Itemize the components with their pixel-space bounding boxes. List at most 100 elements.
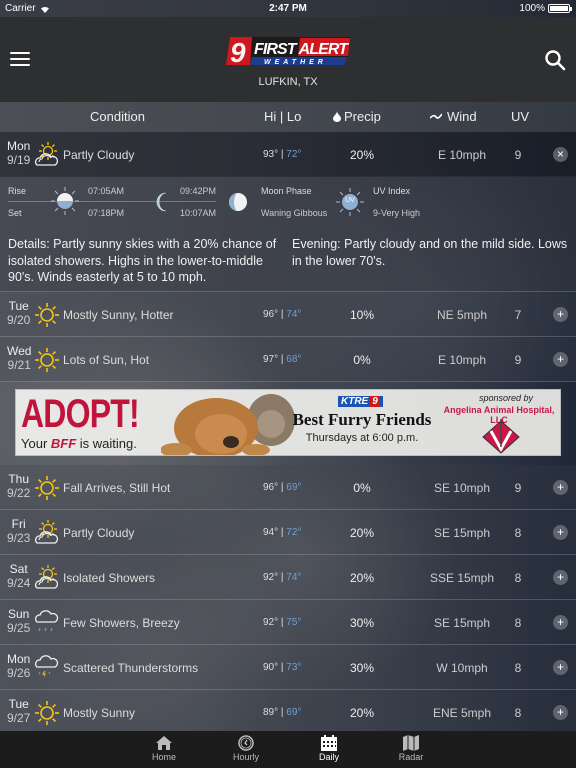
evening-details-text: Evening: Partly cloudy and on the mild s… [292,237,568,268]
moonset-time: 10:07AM [180,208,217,218]
expand-button[interactable]: + [553,307,568,322]
day-label: Sat 9/24 [7,562,31,590]
hi-lo-temps: 92° | 75° [263,617,302,628]
day-label: Sun 9/25 [7,607,31,635]
day-row[interactable]: Mon 9/19 Partly Cloudy 93° | 72° 20% E 10… [0,132,576,177]
expand-button[interactable]: + [553,570,568,585]
day-row[interactable]: Sat 9/24 Isolated Showers 92° | 74° 20% S… [0,555,576,600]
uv-value: 9 [514,148,522,162]
lo-temp: 72° [286,527,302,538]
uv-value: 7 [514,308,522,322]
wind-value: ENE 5mph [432,706,492,720]
logo-title: FIRST ALERT [254,41,349,58]
condition-text: Isolated Showers [63,571,156,585]
tab-home[interactable]: Home [134,735,194,762]
condition-text: Lots of Sun, Hot [63,353,150,367]
dog-and-cat-image [161,394,295,455]
hi-temp: 96° [263,309,279,320]
status-bar: Carrier 2:47 PM 100% [0,0,576,17]
expand-button[interactable]: + [553,480,568,495]
partly-cloudy-icon [34,565,60,591]
precip-value: 30% [349,661,375,675]
day-details-text: Details: Partly sunny skies with a 20% c… [8,237,277,284]
sunny-icon [34,302,60,328]
menu-button[interactable] [10,52,30,68]
thunderstorm-icon [34,655,60,681]
day-row[interactable]: Tue 9/27 Mostly Sunny 89° | 69° 20% ENE 5… [0,690,576,735]
expand-button[interactable]: + [553,352,568,367]
lo-temp: 69° [286,482,302,493]
day-label: Tue 9/20 [7,299,31,327]
tab-radar[interactable]: Radar [381,735,441,762]
logo-subtitle: WEATHER [264,59,327,66]
uv-value: 9 [514,481,522,495]
rise-label: Rise [8,186,27,196]
sunny-icon [34,475,60,501]
precip-value: 20% [349,571,375,585]
tab-daily[interactable]: Daily [299,735,359,762]
moon-phase-icon [229,193,247,211]
hi-lo-temps: 90° | 73° [263,662,302,673]
ad-sponsored-by: sponsored by [478,393,534,403]
calendar-icon [321,735,337,751]
day-label: Thu 9/22 [7,472,31,500]
day-label: Wed 9/21 [7,344,32,372]
wind-value: NE 5mph [436,308,488,322]
uv-value: 8 [514,616,522,630]
day-row[interactable]: Sun 9/25 Few Showers, Breezy 92° | 75° 30… [0,600,576,645]
map-icon [403,735,419,751]
hi-temp: 89° [263,707,279,718]
search-icon [545,50,566,71]
hi-lo-temps: 97° | 68° [263,354,302,365]
uv-value: 9 [514,353,522,367]
lo-temp: 75° [286,617,302,628]
hospital-logo [482,419,520,454]
day-label: Mon 9/26 [7,652,31,680]
precip-value: 30% [349,616,375,630]
ad-headline: ADOPT! [21,392,140,436]
ad-tagline: Your BFF is waiting. [21,436,137,451]
ad-schedule: Thursdays at 6:00 p.m. [305,432,419,444]
location-label: LUFKIN, TX [258,76,318,88]
lo-temp: 69° [286,707,302,718]
day-label: Fri 9/23 [7,517,31,545]
battery: 100% [519,3,572,14]
uv-index-label: UV Index [373,186,411,196]
day-row[interactable]: Fri 9/23 Partly Cloudy 94° | 72° 20% SE 1… [0,510,576,555]
hi-temp: 97° [263,354,279,365]
col-precip: Precip [333,109,381,124]
partly-cloudy-icon [34,142,60,168]
hi-lo-temps: 89° | 69° [263,707,302,718]
tab-hourly[interactable]: Hourly [216,735,276,762]
lo-temp: 72° [286,149,302,160]
wind-value: SE 10mph [433,481,491,495]
moon-phase-label: Moon Phase [261,186,312,196]
day-row[interactable]: Tue 9/20 Mostly Sunny, Hotter 96° | 74° 1… [0,292,576,337]
uv-value: 8 [514,706,522,720]
hi-temp: 92° [263,572,279,583]
clock: 2:47 PM [269,3,307,14]
expand-button[interactable]: + [553,705,568,720]
lo-temp: 74° [286,572,302,583]
condition-text: Few Showers, Breezy [63,616,180,630]
station-logo: KTRE 9 [338,396,383,407]
day-row[interactable]: Wed 9/21 Lots of Sun, Hot 97° | 68° 0% E … [0,337,576,382]
ad-banner[interactable]: ADOPT! Your BFF is waiting. KTRE 9 Best F… [15,389,561,456]
uv-value: 8 [514,571,522,585]
expand-button[interactable]: + [553,660,568,675]
sunny-icon [34,347,60,373]
condition-text: Fall Arrives, Still Hot [63,481,171,495]
day-label: Tue 9/27 [7,697,31,725]
logo-number: 9 [230,37,246,68]
condition-text: Partly Cloudy [63,526,135,540]
set-label: Set [8,208,22,218]
expand-button[interactable]: + [553,525,568,540]
expand-button[interactable]: + [553,615,568,630]
uv-value: 8 [514,526,522,540]
search-button[interactable] [544,49,566,71]
hi-temp: 90° [263,662,279,673]
day-row[interactable]: Mon 9/26 Scattered Thunderstorms 90° | 73… [0,645,576,690]
uv-value: 8 [514,661,522,675]
day-row[interactable]: Thu 9/22 Fall Arrives, Still Hot 96° | 69… [0,465,576,510]
collapse-button[interactable]: × [553,147,568,162]
